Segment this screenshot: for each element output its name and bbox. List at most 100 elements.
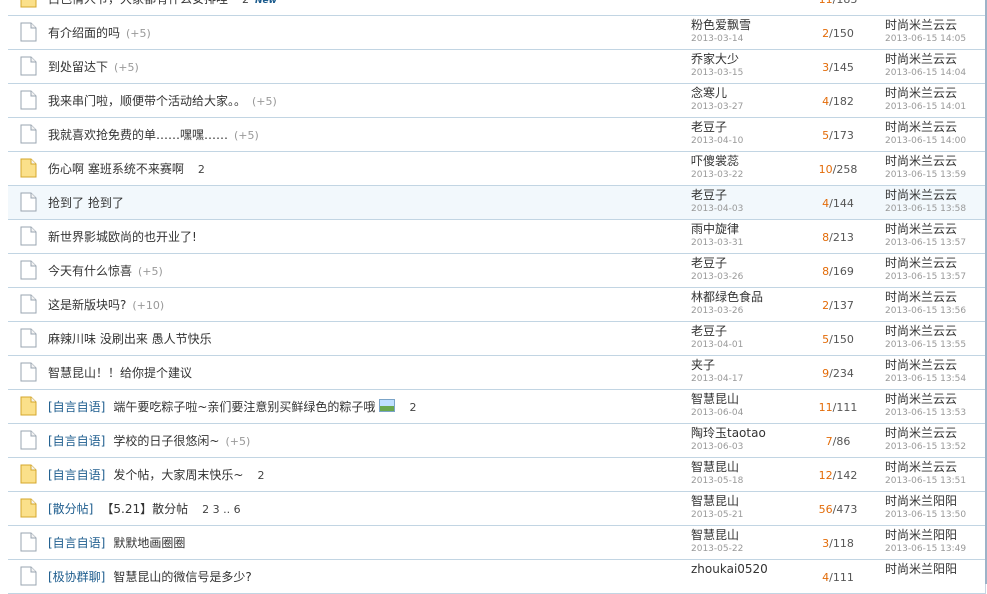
thread-row[interactable]: 我来串门啦，顺便带个活动给大家。。 (+5) 念寒儿 2013-03-27 4/182 时… (8, 84, 985, 118)
last-post-time[interactable]: 2013-06-15 14:04 (885, 67, 983, 80)
thread-row[interactable]: [自言自语] 默默地画圈圈 智慧昆山 2013-05-22 3/118 时尚米兰阳阳 201… (8, 526, 985, 560)
thread-row[interactable]: 白色情人节，大家都有什么安排哇2New2013-03-1411/1832013-… (8, 0, 985, 16)
last-post[interactable]: 时尚米兰云云 2013-06-15 14:01 (885, 86, 983, 114)
thread-author[interactable]: 智慧昆山 2013-05-22 (691, 528, 801, 556)
thread-row[interactable]: [自言自语] 发个帖，大家周末快乐~ 2 智慧昆山 2013-05-18 12/142 时尚… (8, 458, 985, 492)
thread-author[interactable]: 林都绿色食品 2013-03-26 (691, 290, 801, 318)
last-post[interactable]: 时尚米兰云云 2013-06-15 14:05 (885, 18, 983, 46)
last-poster-name[interactable]: 时尚米兰阳阳 (885, 494, 957, 508)
page-links[interactable]: 2 (198, 163, 205, 176)
author-name[interactable]: 智慧昆山 (691, 392, 739, 406)
thread-category-link[interactable]: [散分帖] (48, 502, 93, 516)
author-name[interactable]: 雨中旋律 (691, 222, 739, 236)
author-name[interactable]: 粉色爱飘雪 (691, 18, 751, 32)
thread-subject-link[interactable]: 端午要吃粽子啦~亲们要注意别买鲜绿色的粽子哦 (113, 400, 375, 414)
last-post-time[interactable]: 2013-06-15 13:50 (885, 509, 983, 522)
last-poster-name[interactable]: 时尚米兰阳阳 (885, 528, 957, 542)
last-poster-name[interactable]: 时尚米兰云云 (885, 460, 957, 474)
thread-author[interactable]: 老豆子 2013-03-26 (691, 256, 801, 284)
thread-author[interactable]: 智慧昆山 2013-05-18 (691, 460, 801, 488)
last-poster-name[interactable]: 时尚米兰云云 (885, 18, 957, 32)
author-name[interactable]: 智慧昆山 (691, 460, 739, 474)
thread-row[interactable]: [散分帖] 【5.21】散分帖 2 3 .. 6 智慧昆山 2013-05-21 56/4… (8, 492, 985, 526)
thread-subject-link[interactable]: 发个帖，大家周末快乐~ (113, 468, 243, 482)
author-name[interactable]: 陶玲玉taotao (691, 426, 766, 440)
last-poster-name[interactable]: 时尚米兰云云 (885, 426, 957, 440)
author-name[interactable]: 老豆子 (691, 324, 727, 338)
thread-author[interactable]: zhoukai0520 (691, 562, 801, 577)
last-post-time[interactable]: 2013-06-15 13:53 (885, 407, 983, 420)
thread-subject-link[interactable]: 抢到了 抢到了 (48, 196, 124, 210)
last-post[interactable]: 时尚米兰云云 2013-06-15 13:59 (885, 154, 983, 182)
last-post[interactable]: 时尚米兰云云 2013-06-15 13:53 (885, 392, 983, 420)
thread-subject-link[interactable]: 【5.21】散分帖 (101, 502, 188, 516)
last-poster-name[interactable]: 时尚米兰阳阳 (885, 562, 957, 576)
last-post[interactable]: 时尚米兰云云 2013-06-15 13:56 (885, 290, 983, 318)
thread-author[interactable]: 粉色爱飘雪 2013-03-14 (691, 18, 801, 46)
thread-category-link[interactable]: [自言自语] (48, 468, 105, 482)
thread-row[interactable]: 我就喜欢抢免费的单……嘿嘿…… (+5) 老豆子 2013-04-10 5/173 时尚米… (8, 118, 985, 152)
last-post[interactable]: 时尚米兰云云 2013-06-15 14:00 (885, 120, 983, 148)
last-post[interactable]: 时尚米兰云云 2013-06-15 13:52 (885, 426, 983, 454)
author-name[interactable]: 林都绿色食品 (691, 290, 763, 304)
last-poster-name[interactable]: 时尚米兰云云 (885, 324, 957, 338)
thread-subject-link[interactable]: 新世界影城欧尚的也开业了! (48, 230, 197, 244)
thread-row[interactable]: 新世界影城欧尚的也开业了! 雨中旋律 2013-03-31 8/213 时尚米兰云云 20… (8, 220, 985, 254)
page-links[interactable]: 2 (257, 469, 264, 482)
last-post-time[interactable]: 2013-06-15 13:57 (885, 271, 983, 284)
last-post[interactable]: 时尚米兰云云 2013-06-15 13:55 (885, 324, 983, 352)
last-poster-name[interactable]: 时尚米兰云云 (885, 222, 957, 236)
thread-author[interactable]: 老豆子 2013-04-10 (691, 120, 801, 148)
last-post-time[interactable]: 2013-06-15 13:55 (885, 339, 983, 352)
thread-row[interactable]: [极协群聊] 智慧昆山的微信号是多少? zhoukai0520 4/111 时尚米兰阳阳 (8, 560, 985, 594)
last-post[interactable]: 时尚米兰阳阳 2013-06-15 13:49 (885, 528, 983, 556)
page-links[interactable]: 2 (242, 0, 249, 6)
thread-subject-link[interactable]: 学校的日子很悠闲~ (113, 434, 219, 448)
author-name[interactable]: 老豆子 (691, 256, 727, 270)
last-post-time[interactable]: 2013-06-15 13:49 (885, 543, 983, 556)
last-post[interactable]: 时尚米兰云云 2013-06-15 13:57 (885, 256, 983, 284)
thread-row[interactable]: 麻辣川味 没刷出来 愚人节快乐 老豆子 2013-04-01 5/150 时尚米兰云云 2… (8, 322, 985, 356)
thread-author[interactable]: 智慧昆山 2013-05-21 (691, 494, 801, 522)
last-post[interactable]: 时尚米兰阳阳 (885, 562, 983, 577)
thread-subject-link[interactable]: 今天有什么惊喜 (48, 264, 132, 278)
last-poster-name[interactable]: 时尚米兰云云 (885, 256, 957, 270)
last-post-time[interactable]: 2013-06-15 13:51 (885, 475, 983, 488)
last-post[interactable]: 时尚米兰云云 2013-06-15 14:04 (885, 52, 983, 80)
last-post[interactable]: 时尚米兰云云 2013-06-15 13:57 (885, 222, 983, 250)
author-name[interactable]: 夹子 (691, 358, 715, 372)
thread-author[interactable]: 陶玲玉taotao 2013-06-03 (691, 426, 801, 454)
thread-author[interactable]: 老豆子 2013-04-01 (691, 324, 801, 352)
last-poster-name[interactable]: 时尚米兰云云 (885, 86, 957, 100)
thread-subject-link[interactable]: 到处留达下 (48, 60, 108, 74)
thread-subject-link[interactable]: 智慧昆山的微信号是多少? (113, 570, 251, 584)
last-poster-name[interactable]: 时尚米兰云云 (885, 392, 957, 406)
author-name[interactable]: 智慧昆山 (691, 528, 739, 542)
thread-subject-link[interactable]: 我来串门啦，顺便带个活动给大家。。 (48, 94, 246, 108)
last-poster-name[interactable]: 时尚米兰云云 (885, 290, 957, 304)
last-poster-name[interactable]: 时尚米兰云云 (885, 188, 957, 202)
last-post[interactable]: 时尚米兰云云 2013-06-15 13:54 (885, 358, 983, 386)
author-name[interactable]: 乔家大少 (691, 52, 739, 66)
last-post[interactable]: 时尚米兰云云 2013-06-15 13:51 (885, 460, 983, 488)
last-post-time[interactable]: 2013-06-15 13:52 (885, 441, 983, 454)
last-post-time[interactable]: 2013-06-15 13:59 (885, 169, 983, 182)
thread-author[interactable]: 雨中旋律 2013-03-31 (691, 222, 801, 250)
last-post-time[interactable]: 2013-06-15 14:01 (885, 101, 983, 114)
thread-row[interactable]: 到处留达下 (+5) 乔家大少 2013-03-15 3/145 时尚米兰云云 2013-0… (8, 50, 985, 84)
thread-row[interactable]: 伤心啊 塞班系统不来赛啊 2 吓傻裳蕊 2013-03-22 10/258 时尚米兰云云 2… (8, 152, 985, 186)
thread-row[interactable]: 智慧昆山！！给你提个建议 夹子 2013-04-17 9/234 时尚米兰云云 2013-… (8, 356, 985, 390)
thread-subject-link[interactable]: 麻辣川味 没刷出来 愚人节快乐 (48, 332, 212, 346)
last-post-time[interactable]: 2013-06-15 13:54 (885, 373, 983, 386)
thread-author[interactable]: 吓傻裳蕊 2013-03-22 (691, 154, 801, 182)
page-links[interactable]: 2 (409, 401, 416, 414)
last-poster-name[interactable]: 时尚米兰云云 (885, 358, 957, 372)
thread-subject-link[interactable]: 有介绍面的吗 (48, 26, 120, 40)
thread-category-link[interactable]: [自言自语] (48, 400, 105, 414)
thread-row[interactable]: 这是新版块吗? (+10) 林都绿色食品 2013-03-26 2/137 时尚米兰云云 2… (8, 288, 985, 322)
thread-author[interactable]: 夹子 2013-04-17 (691, 358, 801, 386)
thread-subject-link[interactable]: 伤心啊 塞班系统不来赛啊 (48, 162, 184, 176)
thread-author[interactable]: 念寒儿 2013-03-27 (691, 86, 801, 114)
thread-category-link[interactable]: [自言自语] (48, 434, 105, 448)
thread-subject-link[interactable]: 智慧昆山！！给你提个建议 (48, 366, 192, 380)
